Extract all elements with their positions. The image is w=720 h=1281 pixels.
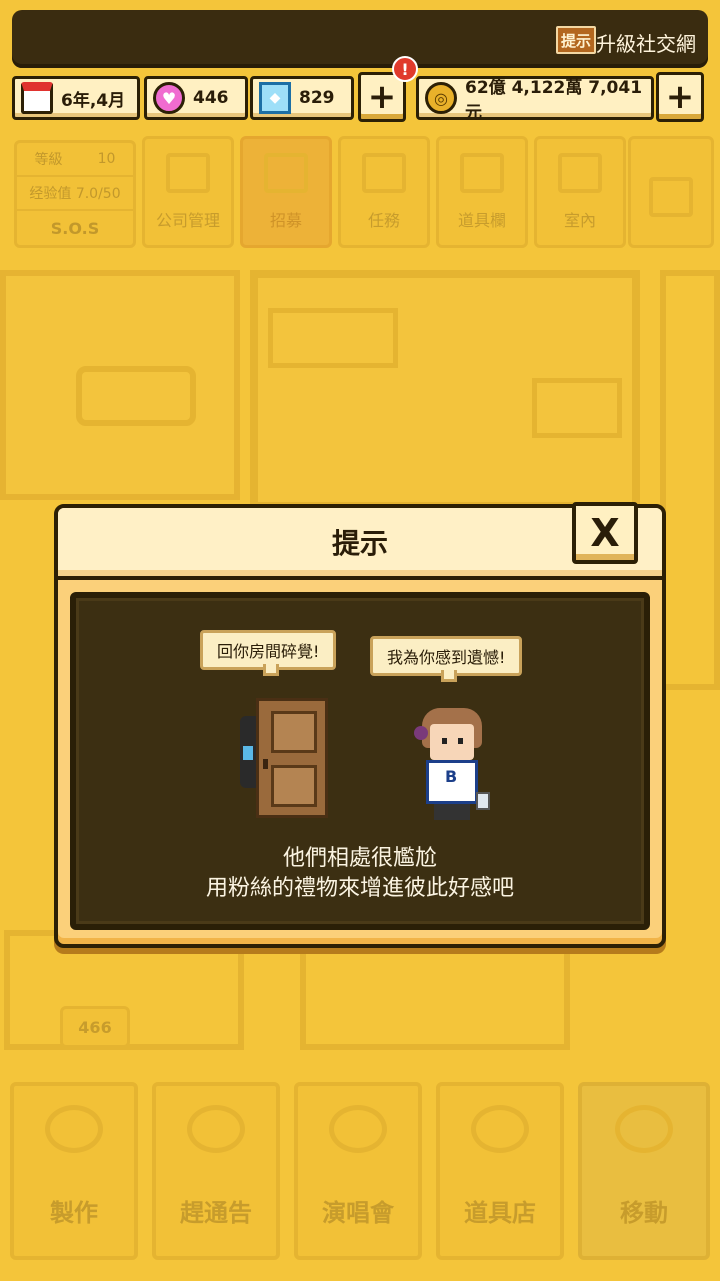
diamond-icon: ◆ <box>259 82 291 114</box>
menu-tasks[interactable]: 任務 <box>338 136 430 248</box>
exp-row: 经验值 7.0/50 <box>17 177 133 211</box>
resource-bar: 6年,4月 ♥ 446 ◆ 829 + ! ◎ 62億 4,122萬 7,041… <box>12 56 708 124</box>
menu-interior[interactable]: 室內 <box>534 136 626 248</box>
shop-icon <box>471 1105 529 1153</box>
tab-label: 演唱會 <box>322 1199 394 1227</box>
hint-dialog: 提示 X 回你房間碎覺! 我為你感到遺憾! 他們相處很尷尬 用粉絲的禮物來增進彼… <box>54 502 666 948</box>
tab-produce[interactable]: 製作 <box>10 1082 138 1260</box>
dialog-content-panel: 回你房間碎覺! 我為你感到遺憾! 他們相處很尷尬 用粉絲的禮物來增進彼此好感吧 <box>70 592 650 930</box>
building-icon <box>166 153 210 193</box>
door-panel-top <box>271 711 317 753</box>
pet-count-badge: 466 <box>60 1006 130 1048</box>
shelf <box>268 308 398 368</box>
calendar-icon <box>21 82 53 114</box>
hair-bow <box>414 726 428 740</box>
bag-icon <box>460 153 504 193</box>
hint-badge: 提示 <box>556 26 596 54</box>
bag <box>476 792 490 810</box>
door-knob <box>263 759 268 769</box>
dialog-title: 提示 <box>331 527 388 560</box>
news-ticker[interactable]: 提示 升級社交網 <box>12 10 708 68</box>
fans-count: 446 <box>193 88 229 108</box>
menu-recruit[interactable]: 招募 <box>240 136 332 248</box>
paint-roller-icon <box>558 153 602 193</box>
sos-label: S.O.S <box>50 218 100 238</box>
eye <box>442 738 447 744</box>
date-display: 6年,4月 <box>12 76 140 120</box>
menu-label: 招募 <box>269 211 302 230</box>
menu-label: 道具欄 <box>457 211 506 230</box>
menu-inventory[interactable]: 道具欄 <box>436 136 528 248</box>
scroll-icon <box>362 153 406 193</box>
exp-text: 经验值 7.0/50 <box>29 186 121 202</box>
truck-icon <box>615 1105 673 1153</box>
sofa <box>76 366 196 426</box>
menu-label: 室內 <box>563 211 596 230</box>
legs <box>434 804 470 820</box>
shirt <box>426 760 478 804</box>
menu-label: 公司管理 <box>155 211 220 230</box>
date-text: 6年,4月 <box>61 90 126 111</box>
eye <box>458 738 463 744</box>
sos-button[interactable]: S.O.S <box>17 211 133 245</box>
disc-icon <box>45 1105 103 1153</box>
player-stats-panel: 等級 10 经验值 7.0/50 S.O.S <box>14 140 136 248</box>
stage-icon <box>329 1105 387 1153</box>
alert-badge: ! <box>392 56 418 82</box>
message-line-2: 用粉絲的禮物來增進彼此好感吧 <box>205 876 514 901</box>
lounge-room <box>0 270 240 500</box>
heart-icon: ♥ <box>153 82 185 114</box>
tab-shop[interactable]: 道具店 <box>436 1082 564 1260</box>
close-button[interactable]: X <box>572 502 638 564</box>
bed <box>532 378 622 438</box>
menu-company-management[interactable]: 公司管理 <box>142 136 234 248</box>
speech-bubble-left: 回你房間碎覺! <box>200 630 337 676</box>
tab-schedule[interactable]: 趕通告 <box>152 1082 280 1260</box>
face <box>430 724 474 760</box>
bedroom <box>250 270 640 510</box>
girl-character-sprite <box>412 708 492 820</box>
door-panel-bottom <box>271 765 317 807</box>
calendar-icon <box>187 1105 245 1153</box>
speech-bubble-right: 我為你感到遺憾! <box>370 636 523 682</box>
dialog-message: 他們相處很尷尬 用粉絲的禮物來增進彼此好感吧 <box>76 844 644 904</box>
kitchen-room <box>300 940 570 1050</box>
tab-concert[interactable]: 演唱會 <box>294 1082 422 1260</box>
money-display: ◎ 62億 4,122萬 7,041元 <box>416 76 654 123</box>
message-line-1: 他們相處很尷尬 <box>282 846 437 871</box>
coin-icon: ◎ <box>425 82 457 114</box>
right-wall <box>660 270 720 690</box>
level-value: 10 <box>97 151 116 167</box>
menu-label: 任務 <box>367 211 400 230</box>
level-label: 等級 <box>34 152 63 168</box>
door-sprite <box>256 698 328 818</box>
megaphone-icon <box>264 153 308 193</box>
gems-display: ◆ 829 <box>250 76 354 120</box>
tab-label: 製作 <box>50 1199 98 1227</box>
ticker-text: 升級社交網 <box>596 32 696 56</box>
mail-icon <box>649 177 693 217</box>
fans-display: ♥ 446 <box>144 76 248 120</box>
tab-label: 移動 <box>620 1199 668 1227</box>
gems-count: 829 <box>299 88 335 108</box>
add-money-button[interactable]: + <box>656 72 704 122</box>
money-amount: 62億 4,122萬 7,041元 <box>465 78 643 123</box>
tab-label: 道具店 <box>464 1199 536 1227</box>
menu-mail[interactable] <box>628 136 714 248</box>
tab-move[interactable]: 移動 <box>578 1082 710 1260</box>
level-row: 等級 10 <box>17 143 133 177</box>
tab-label: 趕通告 <box>180 1199 252 1227</box>
